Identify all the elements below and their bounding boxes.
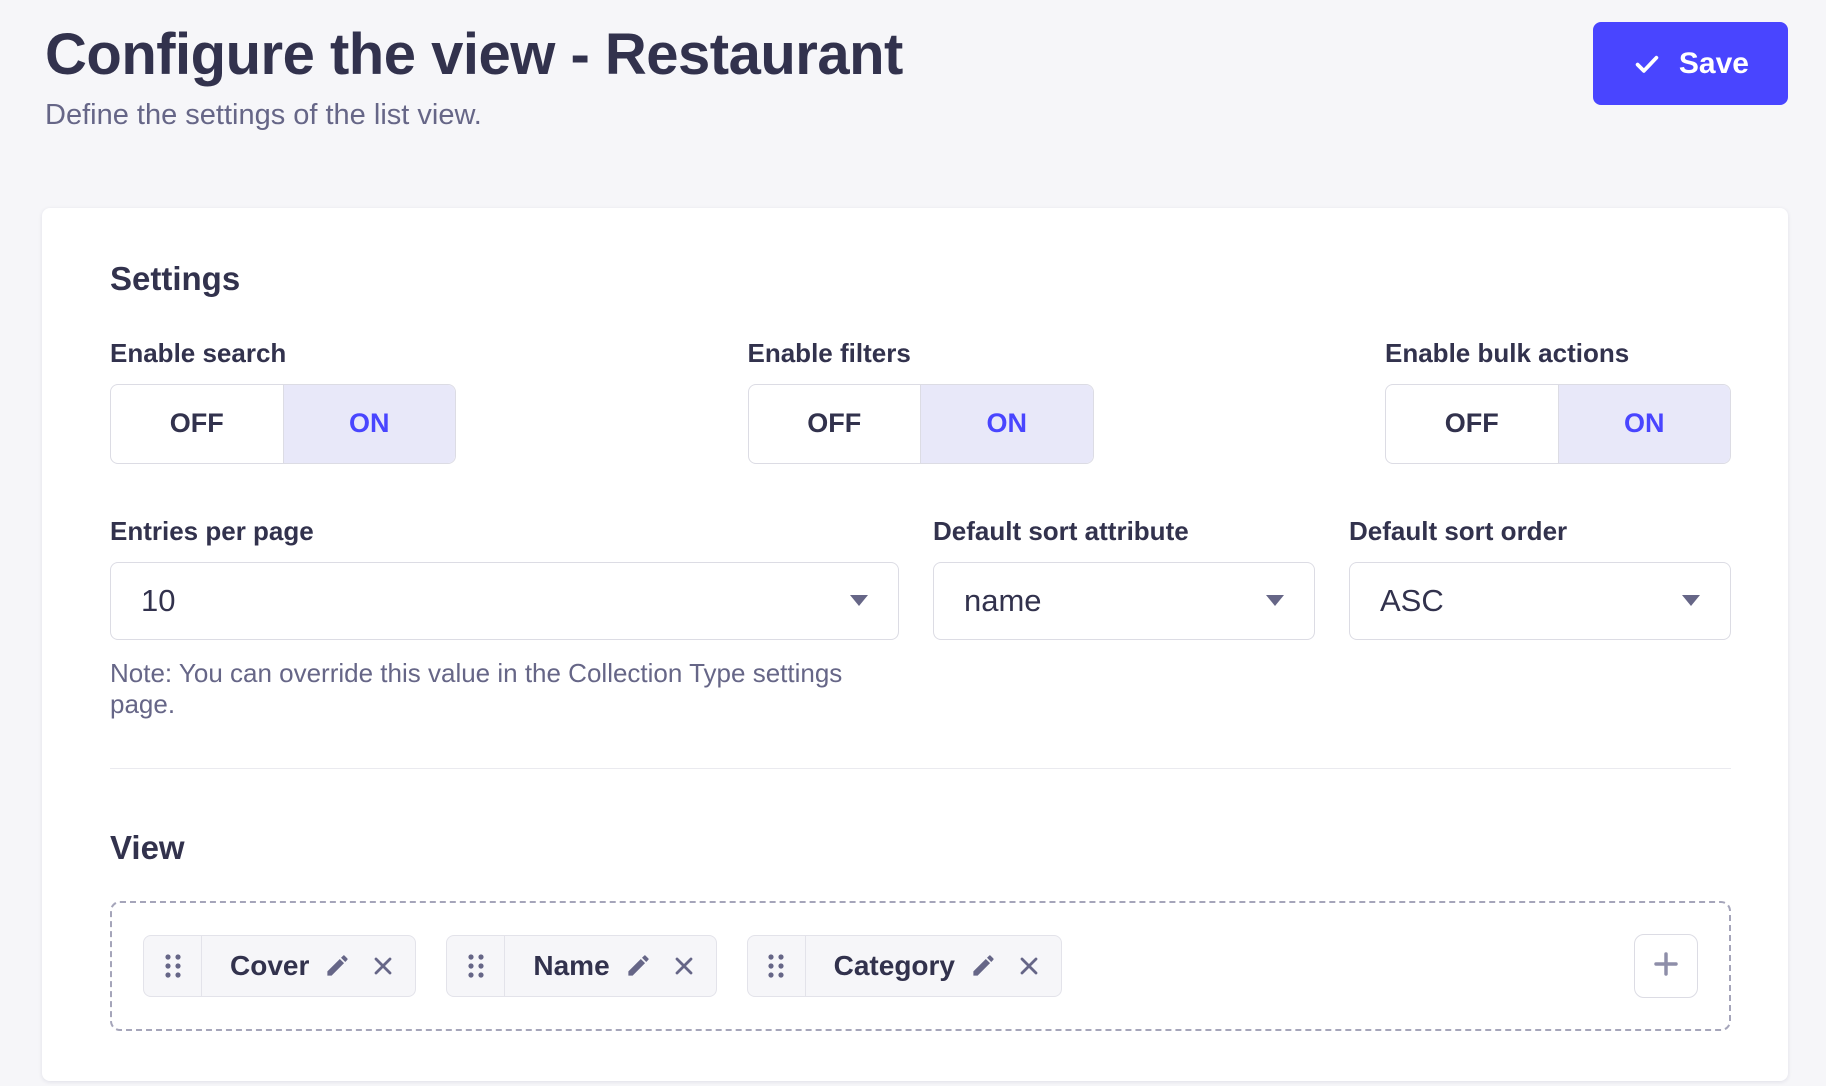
- field-chip-name[interactable]: Name: [446, 935, 716, 997]
- entries-per-page-hint: Note: You can override this value in the…: [110, 658, 899, 720]
- toggle-on-option[interactable]: ON: [920, 385, 1093, 463]
- toggle-off-option[interactable]: OFF: [111, 385, 283, 463]
- page-title: Configure the view - Restaurant: [45, 22, 903, 89]
- field-dropzone: Cover Name: [110, 901, 1731, 1031]
- page-subtitle: Define the settings of the list view.: [45, 99, 903, 132]
- toggle-group-enable-filters: Enable filters OFF ON: [748, 338, 1094, 464]
- save-button-label: Save: [1679, 47, 1749, 81]
- select-label: Default sort order: [1349, 516, 1731, 547]
- enable-filters-toggle[interactable]: OFF ON: [748, 384, 1094, 464]
- toggle-on-option[interactable]: ON: [283, 385, 456, 463]
- selects-row: Entries per page 10 Note: You can overri…: [110, 516, 1731, 720]
- select-label: Default sort attribute: [933, 516, 1315, 547]
- toggle-label: Enable search: [110, 338, 456, 369]
- pencil-icon[interactable]: [616, 936, 661, 996]
- enable-bulk-actions-toggle[interactable]: OFF ON: [1385, 384, 1731, 464]
- x-icon[interactable]: [360, 936, 415, 996]
- field-chip-category[interactable]: Category: [747, 935, 1062, 997]
- field-chip-label: Cover: [202, 936, 315, 996]
- toggles-row: Enable search OFF ON Enable filters OFF …: [110, 338, 1731, 464]
- default-sort-order-select[interactable]: ASC: [1349, 562, 1731, 640]
- drag-handle-icon[interactable]: [144, 936, 202, 996]
- field-chip-list: Cover Name: [143, 935, 1634, 997]
- check-icon: [1632, 49, 1662, 79]
- toggle-label: Enable bulk actions: [1385, 338, 1731, 369]
- add-field-button[interactable]: [1634, 934, 1698, 998]
- section-divider: [110, 768, 1731, 769]
- x-icon[interactable]: [1006, 936, 1061, 996]
- toggle-label: Enable filters: [748, 338, 1094, 369]
- default-sort-order-field: Default sort order ASC: [1349, 516, 1731, 640]
- page-header: Configure the view - Restaurant Define t…: [0, 0, 1826, 132]
- plus-icon: [1650, 948, 1682, 983]
- settings-card: Settings Enable search OFF ON Enable fil…: [42, 208, 1788, 1081]
- chevron-down-icon: [850, 595, 868, 606]
- field-chip-label: Name: [505, 936, 615, 996]
- view-heading: View: [110, 829, 1731, 867]
- default-sort-attribute-select[interactable]: name: [933, 562, 1315, 640]
- toggle-group-enable-search: Enable search OFF ON: [110, 338, 456, 464]
- entries-per-page-select[interactable]: 10: [110, 562, 899, 640]
- chevron-down-icon: [1682, 595, 1700, 606]
- entries-per-page-field: Entries per page 10 Note: You can overri…: [110, 516, 899, 720]
- field-chip-cover[interactable]: Cover: [143, 935, 416, 997]
- drag-handle-icon[interactable]: [447, 936, 505, 996]
- save-button[interactable]: Save: [1593, 22, 1788, 105]
- select-value: ASC: [1380, 583, 1444, 619]
- field-chip-label: Category: [806, 936, 961, 996]
- enable-search-toggle[interactable]: OFF ON: [110, 384, 456, 464]
- pencil-icon[interactable]: [315, 936, 360, 996]
- select-value: 10: [141, 583, 175, 619]
- pencil-icon[interactable]: [961, 936, 1006, 996]
- default-sort-attribute-field: Default sort attribute name: [933, 516, 1315, 640]
- header-text: Configure the view - Restaurant Define t…: [45, 22, 903, 132]
- chevron-down-icon: [1266, 595, 1284, 606]
- drag-handle-icon[interactable]: [748, 936, 806, 996]
- toggle-group-enable-bulk-actions: Enable bulk actions OFF ON: [1385, 338, 1731, 464]
- toggle-off-option[interactable]: OFF: [749, 385, 921, 463]
- toggle-off-option[interactable]: OFF: [1386, 385, 1558, 463]
- toggle-on-option[interactable]: ON: [1558, 385, 1731, 463]
- select-label: Entries per page: [110, 516, 899, 547]
- select-value: name: [964, 583, 1042, 619]
- settings-heading: Settings: [110, 260, 1731, 298]
- x-icon[interactable]: [661, 936, 716, 996]
